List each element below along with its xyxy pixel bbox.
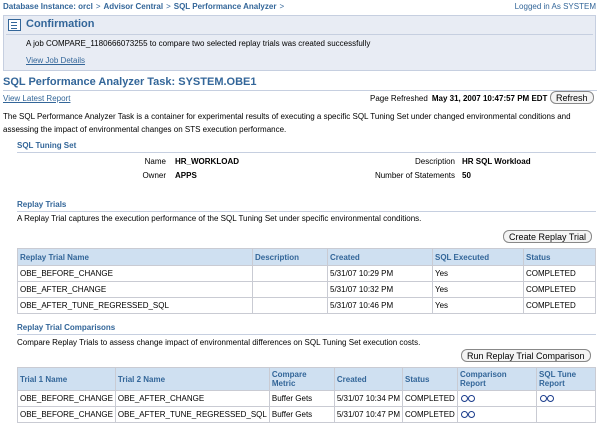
sts-description-label: Description bbox=[414, 157, 455, 166]
breadcrumb-separator: > bbox=[166, 2, 171, 11]
title-divider bbox=[3, 90, 597, 91]
comparisons-table: Trial 1 Name Trial 2 Name Compare Metric… bbox=[17, 367, 596, 423]
status-cell: COMPLETED bbox=[402, 406, 459, 423]
breadcrumb: Database Instance: orcl > Advisor Central >… bbox=[3, 2, 287, 11]
comparison-report-cell bbox=[457, 390, 538, 407]
replay-trials-divider bbox=[17, 211, 596, 212]
trial-created-cell: 5/31/07 10:29 PM bbox=[327, 265, 433, 282]
replay-trials-table: Replay Trial Name Description Created SQ… bbox=[17, 248, 596, 314]
trial-description-cell bbox=[252, 265, 328, 282]
comparisons-header: Replay Trial Comparisons bbox=[17, 323, 116, 332]
confirmation-box: Confirmation A job COMPARE_1180666073255… bbox=[3, 15, 596, 71]
replay-trials-header: Replay Trials bbox=[17, 200, 67, 209]
trial-2-name-cell: OBE_AFTER_TUNE_REGRESSED_SQL bbox=[114, 406, 270, 423]
breadcrumb-sql-performance-analyzer[interactable]: SQL Performance Analyzer bbox=[174, 2, 277, 11]
trial-2-name-cell: OBE_AFTER_CHANGE bbox=[114, 390, 270, 407]
table-header-row: Replay Trial Name Description Created SQ… bbox=[17, 248, 596, 266]
confirmation-icon bbox=[8, 19, 21, 31]
trial-created-cell: 5/31/07 10:46 PM bbox=[327, 297, 433, 314]
refresh-button[interactable]: Refresh bbox=[550, 91, 594, 104]
sql-tune-report-cell bbox=[536, 406, 596, 423]
breadcrumb-advisor-central[interactable]: Advisor Central bbox=[103, 2, 163, 11]
trial-1-name-cell: OBE_BEFORE_CHANGE bbox=[17, 390, 116, 407]
trial-name-cell: OBE_BEFORE_CHANGE bbox=[17, 265, 253, 282]
col-replay-trial-name[interactable]: Replay Trial Name bbox=[17, 248, 253, 266]
breadcrumb-separator: > bbox=[279, 2, 285, 11]
col-sql-tune-report[interactable]: SQL Tune Report bbox=[536, 367, 596, 391]
col-status[interactable]: Status bbox=[523, 248, 596, 266]
glasses-icon[interactable] bbox=[460, 411, 476, 418]
trial-1-name-cell: OBE_BEFORE_CHANGE bbox=[17, 406, 116, 423]
col-trial-2-name[interactable]: Trial 2 Name bbox=[114, 367, 270, 391]
breadcrumb-separator: > bbox=[95, 2, 101, 11]
trial-description-cell bbox=[252, 297, 328, 314]
breadcrumb-database-instance[interactable]: Database Instance: orcl bbox=[3, 2, 93, 11]
col-sql-executed[interactable]: SQL Executed bbox=[432, 248, 524, 266]
status-cell: COMPLETED bbox=[402, 390, 459, 407]
col-comparison-report[interactable]: Comparison Report bbox=[457, 367, 538, 391]
col-created[interactable]: Created bbox=[333, 367, 404, 391]
trial-created-cell: 5/31/07 10:32 PM bbox=[327, 281, 433, 298]
sts-owner-value: APPS bbox=[175, 171, 197, 180]
replay-trials-description: A Replay Trial captures the execution pe… bbox=[17, 214, 422, 223]
sts-name-value: HR_WORKLOAD bbox=[175, 157, 239, 166]
sts-description-value: HR SQL Workload bbox=[462, 157, 531, 166]
create-replay-trial-button[interactable]: Create Replay Trial bbox=[503, 230, 593, 243]
sts-owner-label: Owner bbox=[142, 171, 166, 180]
sts-statements-label: Number of Statements bbox=[374, 171, 455, 180]
run-replay-trial-comparison-button[interactable]: Run Replay Trial Comparison bbox=[461, 349, 591, 362]
logged-in-user: Logged in As SYSTEM bbox=[514, 2, 596, 11]
trial-status-cell: COMPLETED bbox=[523, 265, 596, 282]
page-refreshed-value: May 31, 2007 10:47:57 PM EDT bbox=[431, 94, 548, 103]
page-refreshed: Page Refreshed May 31, 2007 10:47:57 PM E… bbox=[370, 94, 547, 103]
view-job-details-link[interactable]: View Job Details bbox=[26, 56, 85, 65]
trial-name-cell: OBE_AFTER_TUNE_REGRESSED_SQL bbox=[17, 297, 253, 314]
sql-tuning-set-divider bbox=[17, 152, 596, 153]
col-compare-metric[interactable]: Compare Metric bbox=[268, 367, 335, 391]
col-description[interactable]: Description bbox=[252, 248, 328, 266]
table-row: OBE_AFTER_CHANGE 5/31/07 10:32 PM Yes CO… bbox=[17, 281, 596, 298]
page-title: SQL Performance Analyzer Task: SYSTEM.OB… bbox=[3, 76, 257, 88]
sql-tune-report-cell bbox=[536, 390, 596, 407]
page-refreshed-label: Page Refreshed bbox=[370, 94, 428, 103]
confirmation-message: A job COMPARE_1180666073255 to compare t… bbox=[26, 39, 371, 48]
trial-status-cell: COMPLETED bbox=[523, 297, 596, 314]
compare-metric-cell: Buffer Gets bbox=[268, 406, 335, 423]
compare-metric-cell: Buffer Gets bbox=[268, 390, 335, 407]
trial-sql-executed-cell: Yes bbox=[432, 265, 524, 282]
table-header-row: Trial 1 Name Trial 2 Name Compare Metric… bbox=[17, 367, 596, 391]
table-row: OBE_BEFORE_CHANGE OBE_AFTER_TUNE_REGRESS… bbox=[17, 406, 596, 423]
confirmation-title: Confirmation bbox=[26, 18, 95, 30]
confirmation-divider bbox=[6, 34, 593, 35]
sts-name-label: Name bbox=[144, 157, 166, 166]
sts-statements-value: 50 bbox=[462, 171, 471, 180]
table-row: OBE_BEFORE_CHANGE 5/31/07 10:29 PM Yes C… bbox=[17, 265, 596, 282]
comparison-report-cell bbox=[457, 406, 538, 423]
trial-name-cell: OBE_AFTER_CHANGE bbox=[17, 281, 253, 298]
trial-description-cell bbox=[252, 281, 328, 298]
glasses-icon[interactable] bbox=[460, 395, 476, 402]
created-cell: 5/31/07 10:34 PM bbox=[333, 390, 404, 407]
table-row: OBE_BEFORE_CHANGE OBE_AFTER_CHANGE Buffe… bbox=[17, 390, 596, 407]
sql-tuning-set-header: SQL Tuning Set bbox=[17, 141, 77, 150]
trial-sql-executed-cell: Yes bbox=[432, 281, 524, 298]
col-status[interactable]: Status bbox=[402, 367, 459, 391]
comparisons-description: Compare Replay Trials to assess change i… bbox=[17, 338, 421, 347]
trial-status-cell: COMPLETED bbox=[523, 281, 596, 298]
task-description: The SQL Performance Analyzer Task is a c… bbox=[3, 112, 571, 134]
comparisons-divider bbox=[17, 334, 596, 335]
trial-sql-executed-cell: Yes bbox=[432, 297, 524, 314]
col-created[interactable]: Created bbox=[327, 248, 433, 266]
table-row: OBE_AFTER_TUNE_REGRESSED_SQL 5/31/07 10:… bbox=[17, 297, 596, 314]
view-latest-report-link[interactable]: View Latest Report bbox=[3, 94, 70, 103]
created-cell: 5/31/07 10:47 PM bbox=[333, 406, 404, 423]
glasses-icon[interactable] bbox=[539, 395, 555, 402]
col-trial-1-name[interactable]: Trial 1 Name bbox=[17, 367, 116, 391]
